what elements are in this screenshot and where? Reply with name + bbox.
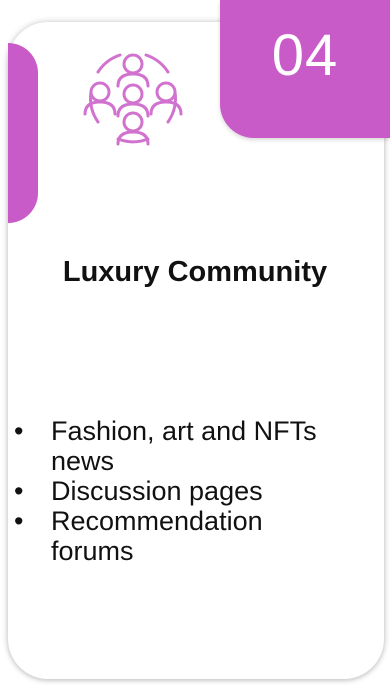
card-title: Luxury Community [62,256,328,288]
list-item: Recommendation forums [14,506,321,566]
community-people-icon [83,53,183,146]
card-number: 04 [271,23,339,88]
feature-list: Fashion, art and NFTs news Discussion pa… [14,416,321,566]
number-badge: 04 [220,0,390,138]
list-item: Discussion pages [14,476,321,506]
accent-bar [8,43,38,223]
list-item: Fashion, art and NFTs news [14,416,321,476]
